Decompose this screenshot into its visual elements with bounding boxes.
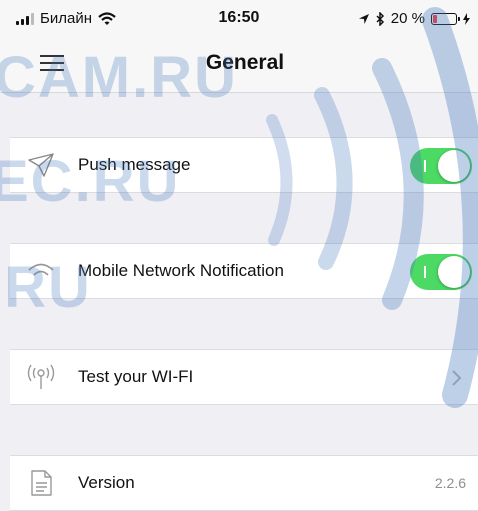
battery-level <box>433 14 437 23</box>
location-arrow-icon <box>358 13 369 24</box>
settings-row-test-wifi[interactable]: Test your WI-FI <box>10 349 478 405</box>
status-bar: Билайн 16:50 20 % <box>0 0 478 36</box>
network-signal-icon <box>28 263 54 276</box>
row-label: Test your WI-FI <box>78 367 194 386</box>
battery-percent: 20 % <box>390 10 425 27</box>
paper-plane-icon <box>28 153 54 177</box>
status-right: 20 % <box>358 10 470 27</box>
row-label: Push message <box>78 155 191 174</box>
row-label: Mobile Network Notification <box>78 261 284 280</box>
push-message-toggle[interactable] <box>410 148 472 184</box>
document-icon <box>31 470 52 496</box>
battery-icon <box>431 12 460 25</box>
row-label: Version <box>78 473 135 492</box>
toggle-knob <box>438 256 470 288</box>
version-value: 2.2.6 <box>434 475 466 491</box>
page-title: General <box>205 51 285 74</box>
navigation-bar: General <box>0 36 478 93</box>
settings-row-mobile-network-notification: Mobile Network Notification <box>10 243 478 299</box>
bluetooth-icon <box>376 11 384 26</box>
toggle-knob <box>438 150 470 182</box>
charging-icon <box>463 12 470 25</box>
settings-row-version: Version 2.2.6 <box>10 455 478 511</box>
settings-row-push-message: Push message <box>10 137 478 193</box>
mobile-network-notification-toggle[interactable] <box>410 254 472 290</box>
chevron-right-icon <box>452 370 462 386</box>
wifi-antenna-icon <box>27 364 55 389</box>
